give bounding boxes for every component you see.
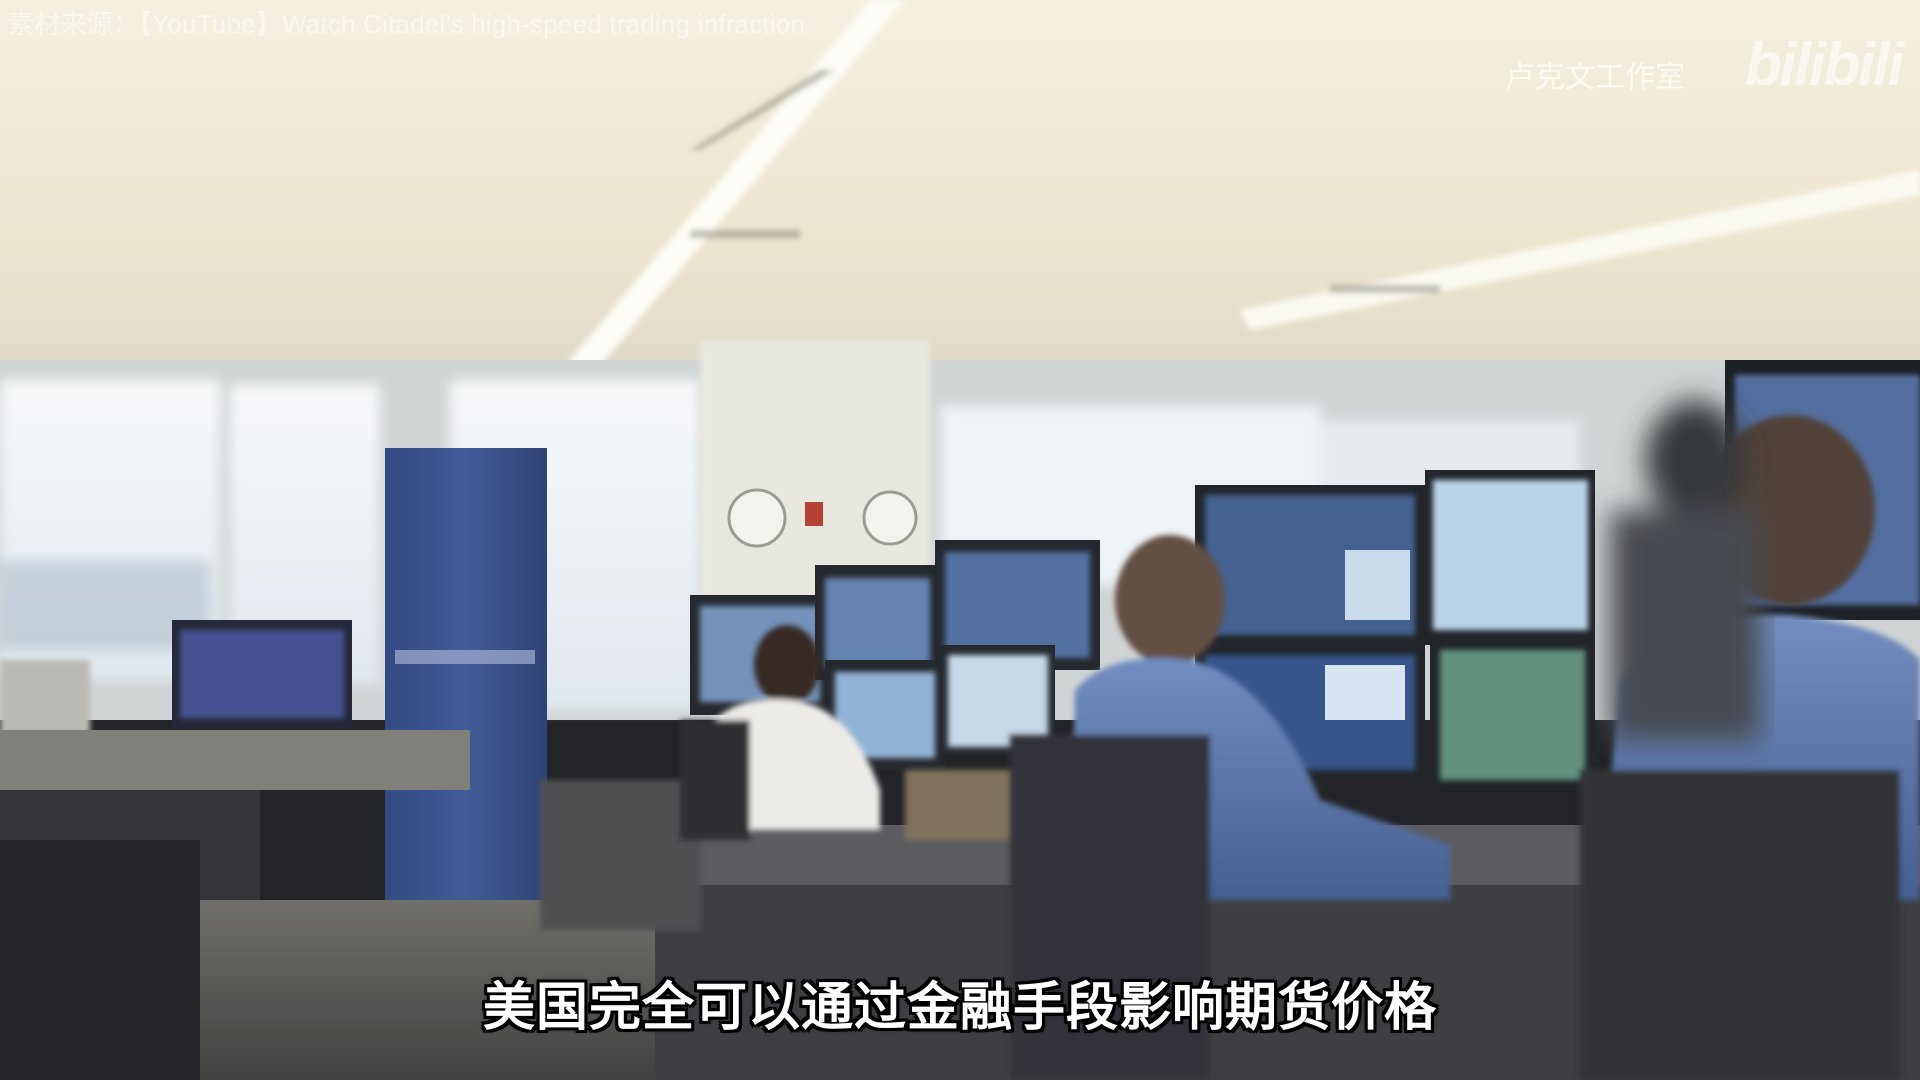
channel-name-watermark: 卢克文工作室 <box>1505 60 1685 95</box>
video-subtitle: 美国完全可以通过金融手段影响期货价格 <box>482 978 1437 1038</box>
video-frame: 素材来源：【YouTube】Watch Citadel's high-speed… <box>0 0 1920 1080</box>
source-credit-text: 素材来源：【YouTube】Watch Citadel's high-speed… <box>8 9 806 39</box>
trading-floor-photo <box>0 0 1920 1080</box>
bilibili-logo: bilibili <box>1745 31 1904 98</box>
